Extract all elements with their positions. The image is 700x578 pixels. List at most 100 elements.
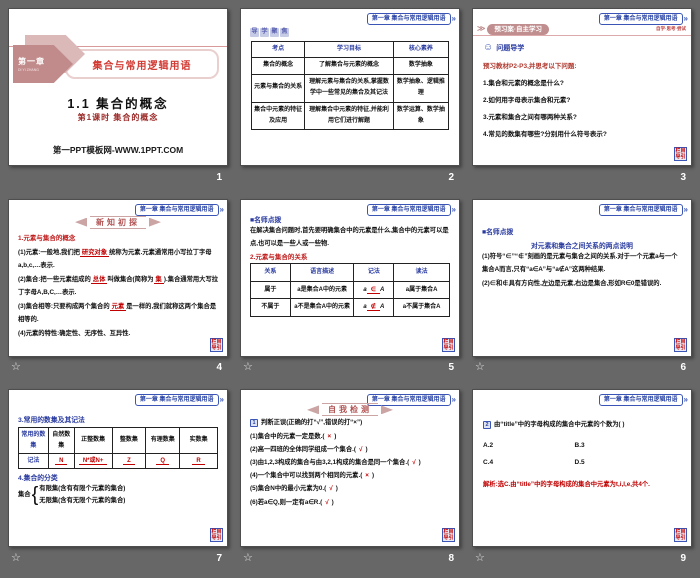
slide-thumbnail-3[interactable]: 第一章 集合与常用逻辑用语 » ≫ 预习案·自主学习 自学·思考·尝试 ☺ 问题…: [472, 8, 692, 166]
notation-cell: a ∉ A: [353, 298, 395, 318]
slide-thumbnail-6[interactable]: 第一章 集合与常用逻辑用语 » ■名师点拨 对元素和集合之间关系的两点说明 (1…: [472, 198, 692, 357]
note-subtitle: 对元素和集合之间关系的两点说明: [531, 242, 633, 250]
sorter-strip-3: 3: [472, 166, 692, 188]
question-guide-heading: 问题导学: [496, 45, 525, 52]
column-guide-badge[interactable]: 栏目导引: [442, 528, 455, 543]
chevron-right-icon: »: [683, 204, 688, 214]
topic-heading: 3.常用的数集及其记法: [18, 417, 85, 425]
fill-blank: 元素: [109, 302, 127, 311]
answer-mark: ×: [365, 472, 369, 480]
badge-title: 自我检测: [322, 403, 378, 417]
definition-paragraph: (1)元素:一般地,我们把 研究对象 统称为元素.元素通常用小写拉丁字母a,b,c,…: [18, 246, 219, 273]
teacher-note-text: 在解决集合问题时,首先要明确集合中的元素是什么,集合中的元素可以是点,也可以是一…: [250, 226, 449, 248]
slide-cell-2: 第一章 集合与常用逻辑用语 » 导 学 聚 焦 考点 学习目标 核心素养 集合的…: [240, 8, 460, 197]
page-number: 4: [216, 362, 222, 374]
chapter-label: 第一章: [18, 57, 45, 66]
table-cell: 整数集: [111, 427, 147, 454]
option-a: A.2: [483, 441, 494, 449]
text: ): [334, 432, 337, 440]
animation-star-icon: ☆: [11, 551, 21, 564]
sorter-strip-7: ☆ 7: [8, 547, 228, 569]
animation-star-icon: ☆: [475, 551, 485, 564]
chevron-right-icon: »: [451, 14, 456, 23]
badge-title: 新知初探: [90, 215, 146, 229]
classification-item: 有限集(含有有限个元素的集合): [39, 484, 126, 492]
sorter-strip-4: ☆ 4: [8, 357, 228, 379]
column-guide-badge[interactable]: 栏目导引: [210, 528, 223, 543]
slide-thumbnail-2[interactable]: 第一章 集合与常用逻辑用语 » 导 学 聚 焦 考点 学习目标 核心素养 集合的…: [240, 8, 460, 166]
judge-item: (2)高一四班的全体同学组成一个集合.(√): [250, 443, 450, 456]
chevron-right-icon: »: [219, 204, 224, 214]
chapter-header-label: 第一章 集合与常用逻辑用语: [366, 13, 451, 25]
chevron-right-icon: »: [683, 14, 688, 23]
option-c: C.4: [483, 458, 494, 466]
teacher-note-heading: ■名师点拨: [250, 216, 282, 224]
set-symbol: N: [55, 457, 68, 465]
table-cell: 自然数集: [47, 427, 75, 454]
chapter-header-label: 第一章 集合与常用逻辑用语: [134, 203, 219, 216]
slide-cell-7: 第一章 集合与常用逻辑用语 » 3.常用的数集及其记法 常用的数集 自然数集 正…: [8, 389, 228, 578]
preview-intro: 预习教材P2-P3,并思考以下问题:: [483, 63, 577, 70]
fill-blank: 总体: [90, 275, 108, 284]
page-number: 8: [448, 552, 454, 564]
answer-mark: ×: [327, 432, 332, 440]
text: (3)由1,2,3构成的集合与由3,2,1构成的集合是同一个集合.(: [250, 458, 410, 466]
exercise-number-icon: 2: [483, 420, 491, 429]
slide-thumbnail-1[interactable]: 集合与常用逻辑用语 第一章 DI YI ZHANG 1.1 集合的概念 第1课时…: [8, 8, 228, 166]
section-badge: 新知初探: [9, 215, 227, 229]
relation-table: 关系 语言描述 记法 读法 属于 a是集合A中的元素 a ∈ A a属于集合A 不属…: [250, 262, 450, 318]
table-cell: 不属于: [250, 298, 291, 318]
column-guide-badge[interactable]: 栏目导引: [674, 337, 687, 352]
slide-cell-9: 第一章 集合与常用逻辑用语 » 2 由“title”中的字母构成的集合中元素的个数…: [472, 389, 692, 578]
slide-thumbnail-4[interactable]: 第一章 集合与常用逻辑用语 » 新知初探 1.元素与集合的概念 (1)元素:一般…: [8, 198, 228, 357]
column-guide-badge[interactable]: 栏目导引: [674, 147, 687, 161]
definition-paragraph: (4)元素的特性:确定性、无序性、互异性.: [18, 329, 131, 337]
option-d: D.5: [574, 458, 585, 466]
text: 叫做集合(简称为: [107, 275, 154, 283]
objectives-table: 考点 学习目标 核心素养 集合的概念 了解集合与元素的概念 数学抽象 元素与集合…: [250, 40, 450, 131]
text: 判断正误(正确的打“√”,错误的打“×”): [261, 419, 363, 427]
not-element-of-symbol: ∉: [366, 304, 380, 312]
slide-thumbnail-9[interactable]: 第一章 集合与常用逻辑用语 » 2 由“title”中的字母构成的集合中元素的个数…: [472, 389, 692, 548]
slide-content: ☺ 问题导学 预习教材P2-P3,并思考以下问题: 1.集合和元素的概念是什么?…: [483, 43, 683, 139]
column-guide-badge[interactable]: 栏目导引: [674, 528, 687, 543]
classification-diagram: 集合 { 有限集(含有有限个元素的集合) 无限集(含有无限个元素的集合): [18, 483, 218, 507]
chapter-title: 集合与常用逻辑用语: [92, 60, 192, 72]
chapter-header: 第一章 集合与常用逻辑用语 »: [134, 394, 224, 407]
badge-char: 学: [260, 28, 269, 37]
classification-lines: 有限集(含有有限个元素的集合) 无限集(含有无限个元素的集合): [39, 483, 125, 507]
chapter-header-label: 第一章 集合与常用逻辑用语: [598, 394, 683, 407]
table-cell: a不属于集合A: [393, 298, 450, 318]
col-header: 记法: [353, 262, 395, 282]
chevron-right-icon: »: [219, 395, 224, 405]
badge-chevron-left-icon: [75, 217, 87, 227]
judge-item: (4)一个集合中可以找到两个相同的元素.(×): [250, 469, 450, 482]
animation-star-icon: ☆: [475, 361, 485, 374]
column-guide-badge[interactable]: 栏目导引: [210, 337, 223, 352]
text: ): [365, 445, 368, 453]
judge-item: (3)由1,2,3构成的集合与由3,2,1构成的集合是同一个集合.(√): [250, 456, 450, 469]
slide-thumbnail-8[interactable]: 第一章 集合与常用逻辑用语 » 自我检测 1 判断正误(正确的打“√”,错误的打“…: [240, 389, 460, 548]
column-guide-badge[interactable]: 栏目导引: [442, 337, 455, 352]
slide-thumbnail-7[interactable]: 第一章 集合与常用逻辑用语 » 3.常用的数集及其记法 常用的数集 自然数集 正…: [8, 389, 228, 548]
text: A: [379, 304, 385, 311]
badge-char: 导: [250, 28, 259, 37]
slide-cell-3: 第一章 集合与常用逻辑用语 » ≫ 预习案·自主学习 自学·思考·尝试 ☺ 问题…: [472, 8, 692, 197]
element-of-symbol: ∈: [366, 286, 380, 294]
option-b: B.3: [574, 441, 585, 449]
table-cell: a不是集合A中的元素: [289, 298, 355, 318]
slide-thumbnail-5[interactable]: 第一章 集合与常用逻辑用语 » ■名师点拨 在解决集合问题时,首先要明确集合中的…: [240, 198, 460, 357]
topic-heading: 2.元素与集合的关系: [250, 253, 308, 261]
table-cell: 理解元素与集合的关系,掌握数学中一些常见的集合及其记法: [304, 73, 394, 103]
slide-content: 1.元素与集合的概念 (1)元素:一般地,我们把 研究对象 统称为元素.元素通常用小…: [18, 232, 219, 341]
text: (1)集合中的元素一定是数.(: [250, 432, 325, 440]
sorter-strip-1: 1: [8, 166, 228, 188]
fill-blank: 研究对象: [79, 248, 110, 257]
question-lead: 2 由“title”中的字母构成的集合中元素的个数为( ): [483, 418, 682, 432]
notation-cell: a ∈ A: [353, 280, 395, 300]
table-cell: 正整数集: [73, 427, 113, 454]
section-title: 预习案·自主学习: [487, 23, 550, 35]
question-item: 2.如何用字母表示集合和元素?: [483, 97, 571, 104]
sorter-strip-6: ☆ 6: [472, 357, 692, 379]
option-grid: A.2 B.3 C.4 D.5: [483, 438, 682, 472]
